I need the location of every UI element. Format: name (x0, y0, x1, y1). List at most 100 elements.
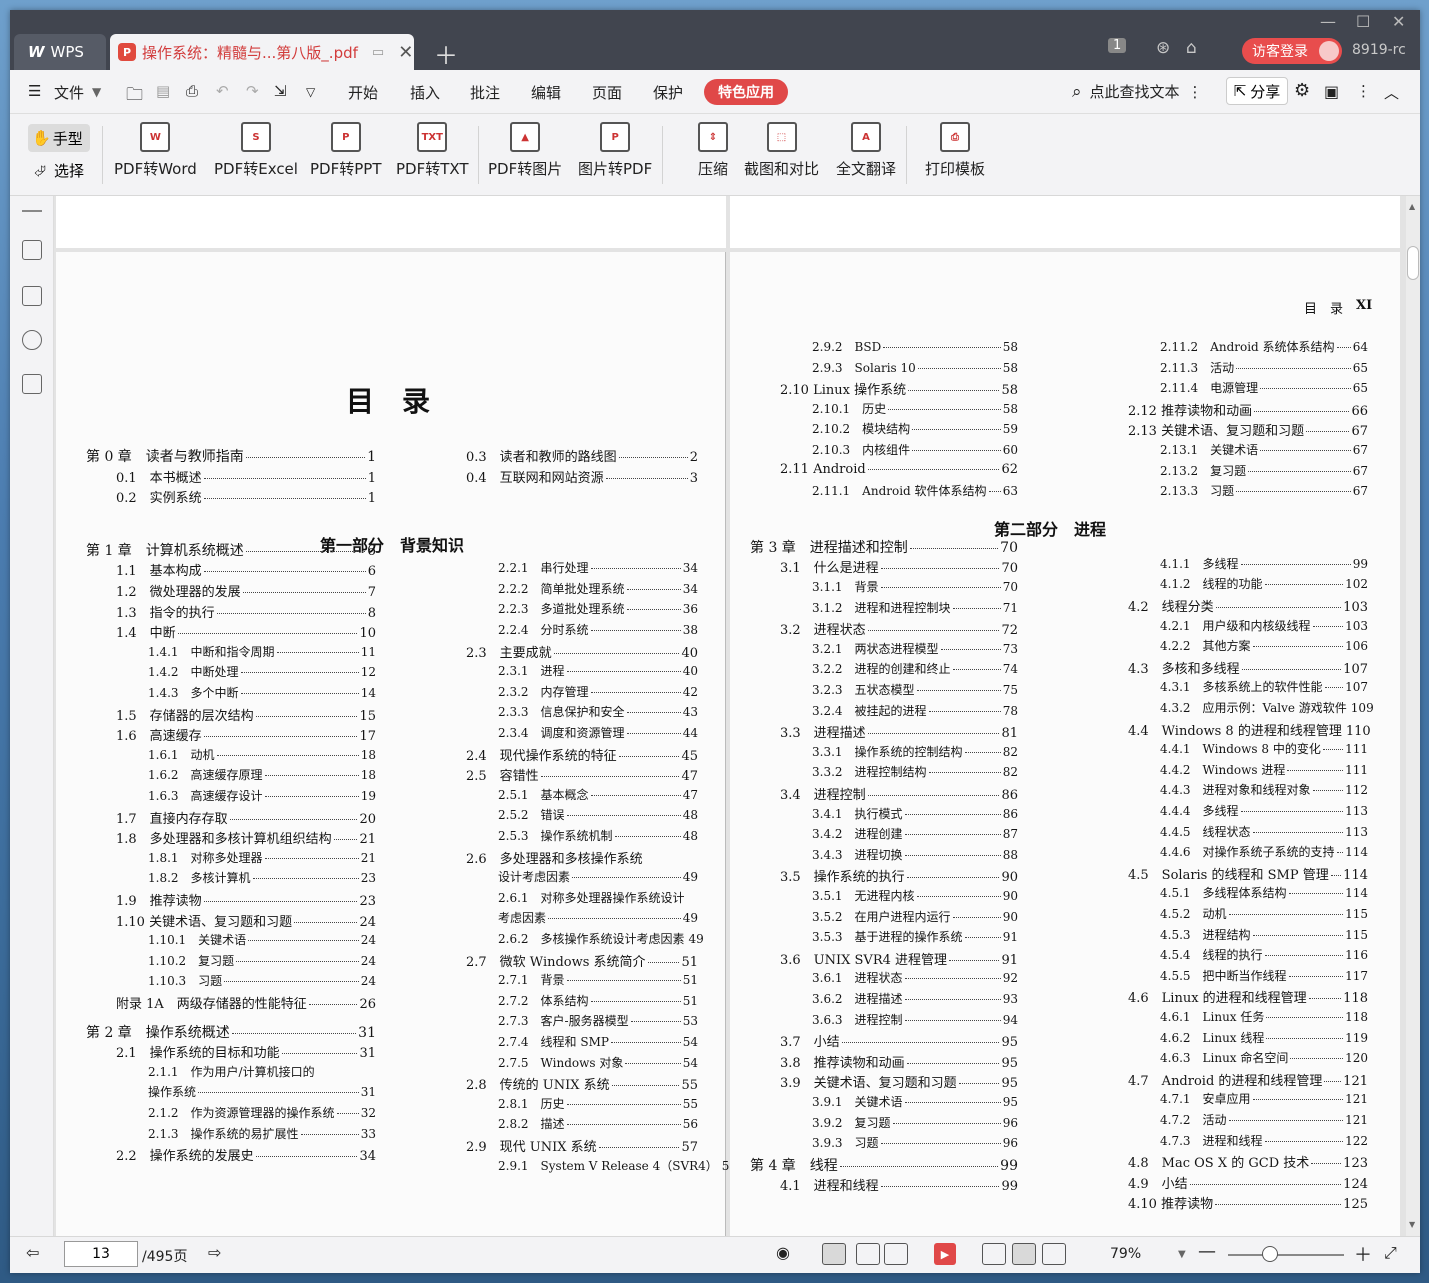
toc-entry[interactable]: 2.6.1 对称多处理器操作系统设计 (498, 889, 698, 906)
toc-entry[interactable]: 4.4.3 进程对象和线程对象 112 (1160, 781, 1368, 798)
toc-entry[interactable]: 2.8 传统的 UNIX 系统 55 (466, 1074, 698, 1093)
toc-entry[interactable]: 4.4.1 Windows 8 中的变化 111 (1160, 740, 1368, 757)
menu-edit[interactable]: 编辑 (531, 82, 561, 103)
toc-entry[interactable]: 3.9.1 关键术语 95 (812, 1093, 1018, 1110)
toc-entry[interactable]: 4.4.5 线程状态 113 (1160, 823, 1368, 840)
toc-entry[interactable]: 2.1.3 操作系统的易扩展性 33 (148, 1125, 376, 1142)
zoom-level[interactable]: 79% (1110, 1246, 1141, 1262)
zoom-out-icon[interactable]: — (1198, 1241, 1216, 1262)
pdf-to-ppt-button[interactable]: P PDF转PPT (310, 122, 381, 179)
toc-entry[interactable]: 4.8 Mac OS X 的 GCD 技术 123 (1128, 1152, 1368, 1171)
zoom-in-icon[interactable]: ＋ (1354, 1241, 1372, 1267)
close-window-icon[interactable]: ✕ (1392, 12, 1405, 31)
toc-entry[interactable]: 1.2 微处理器的发展 7 (116, 581, 376, 600)
print-template-button[interactable]: ⎙ 打印模板 (925, 122, 985, 179)
toc-entry[interactable]: 2.9.1 System V Release 4（SVR4）58 (498, 1157, 737, 1174)
toc-entry[interactable]: 1.10.2 复习题 24 (148, 952, 376, 969)
file-menu[interactable]: 文件 (54, 82, 84, 103)
hamburger-icon[interactable]: ☰ (28, 82, 41, 100)
undo-icon[interactable]: ↶ (216, 82, 229, 100)
toc-entry[interactable]: 2.5.3 操作系统机制 48 (498, 827, 698, 844)
toc-entry[interactable]: 2.11.2 Android 系统体系结构 64 (1160, 338, 1368, 355)
image-to-pdf-button[interactable]: P 图片转PDF (578, 122, 652, 179)
toc-entry[interactable]: 3.2.2 进程的创建和终止 74 (812, 660, 1018, 677)
toc-entry[interactable]: 4.1.1 多线程 99 (1160, 555, 1368, 572)
toc-entry[interactable]: 4.6.1 Linux 任务 118 (1160, 1008, 1368, 1025)
more-vertical-icon[interactable]: ⋮ (1188, 83, 1203, 101)
toc-entry[interactable]: 2.3.4 调度和资源管理 44 (498, 724, 698, 741)
fullscreen-icon[interactable]: ⤢ (1384, 1243, 1397, 1263)
toc-entry[interactable]: 操作系统 31 (148, 1083, 376, 1100)
menu-insert[interactable]: 插入 (410, 82, 440, 103)
page-number-input[interactable]: 13 (64, 1241, 138, 1267)
toc-entry[interactable]: 4.4.6 对操作系统子系统的支持 114 (1160, 843, 1368, 860)
toc-entry[interactable]: 2.6.2 多核操作系统设计考虑因素 49 (498, 930, 704, 947)
toc-entry[interactable]: 3.5 操作系统的执行 90 (780, 866, 1018, 885)
search-text-button[interactable]: ⌕ 点此查找文本 ⋮ (1072, 81, 1203, 102)
document-viewport[interactable]: 目 录 第一部分 背景知识 第 0 章 读者与教师指南 1 0.1 本书概述 1 0.2… (54, 196, 1406, 1236)
collapse-ribbon-icon[interactable]: ︿ (1384, 82, 1399, 103)
vertical-scrollbar[interactable]: ▲ ▼ (1406, 196, 1420, 1236)
outline-icon[interactable] (22, 240, 42, 260)
new-tab-button[interactable]: ＋ (434, 36, 458, 71)
toc-entry[interactable]: 3.2.3 五状态模型 75 (812, 681, 1018, 698)
sync-icon[interactable]: ⊛ (1156, 38, 1170, 58)
toc-entry[interactable]: 1.6.2 高速缓存原理 18 (148, 766, 376, 783)
toc-entry[interactable]: 4.7.2 活动 121 (1160, 1111, 1368, 1128)
more-dropdown-icon[interactable]: ▽ (306, 85, 315, 99)
comment-icon[interactable]: ▣ (1324, 82, 1339, 101)
toc-entry[interactable]: 设计考虑因素 49 (498, 868, 698, 885)
open-folder-icon[interactable]: 🗀 (126, 82, 143, 111)
toc-entry[interactable]: 2.8.1 历史 55 (498, 1095, 698, 1112)
toc-entry[interactable]: 4.1.2 线程的功能 102 (1160, 575, 1368, 592)
settings-icon[interactable]: ⚙ (1294, 80, 1310, 101)
toc-entry[interactable]: 0.4 互联网和网站资源 3 (466, 467, 698, 486)
toc-entry[interactable]: 4.2.2 其他方案 106 (1160, 637, 1368, 654)
thumbnail-icon[interactable] (22, 286, 42, 306)
hand-tool-button[interactable]: ✋ 手型 (28, 124, 90, 152)
select-tool-button[interactable]: ⮰ 选择 (34, 160, 84, 181)
toc-entry[interactable]: 2.10.1 历史 58 (812, 400, 1018, 417)
toc-entry[interactable]: 4.5.2 动机 115 (1160, 905, 1368, 922)
toc-entry[interactable]: 3.1 什么是进程 70 (780, 557, 1018, 576)
toc-entry[interactable]: 2.10.3 内核组件 60 (812, 441, 1018, 458)
fit-width-icon[interactable] (1042, 1243, 1066, 1265)
prev-page-icon[interactable]: ⇦ (26, 1243, 39, 1262)
toc-entry[interactable]: 4.1 进程和线程 99 (780, 1175, 1018, 1194)
toc-entry[interactable]: 2.13 关键术语、复习题和习题 67 (1128, 420, 1368, 439)
toc-entry[interactable]: 1.6.3 高速缓存设计 19 (148, 787, 376, 804)
menu-annotate[interactable]: 批注 (470, 82, 500, 103)
toc-entry[interactable]: 3.9.3 习题 96 (812, 1134, 1018, 1151)
toc-entry[interactable]: 2.9.3 Solaris 10 58 (812, 359, 1018, 376)
toc-entry[interactable]: 2.5 容错性 47 (466, 765, 698, 784)
toc-entry[interactable]: 1.4 中断 10 (116, 622, 376, 641)
skin-icon[interactable]: ⌂ (1186, 38, 1197, 58)
toc-entry[interactable]: 1.10.3 习题 24 (148, 972, 376, 989)
toc-entry[interactable]: 2.10 Linux 操作系统 58 (780, 379, 1018, 398)
toc-entry[interactable]: 3.6.1 进程状态 92 (812, 969, 1018, 986)
minimize-icon[interactable]: — (1320, 12, 1336, 31)
toc-entry[interactable]: 2.9.2 BSD 58 (812, 338, 1018, 355)
print-icon[interactable]: ⎙ (186, 82, 198, 100)
toc-entry[interactable]: 2.1.2 作为资源管理器的操作系统 32 (148, 1104, 376, 1121)
zoom-dropdown-icon[interactable]: ▼ (1178, 1249, 1186, 1260)
toc-entry[interactable]: 2.7.1 背景 51 (498, 971, 698, 988)
toc-entry[interactable]: 3.2.1 两状态进程模型 73 (812, 640, 1018, 657)
toc-entry[interactable]: 3.6.3 进程控制 94 (812, 1011, 1018, 1028)
toc-entry[interactable]: 4.6 Linux 的进程和线程管理 118 (1128, 987, 1368, 1006)
toc-entry[interactable]: 4.7 Android 的进程和线程管理 121 (1128, 1070, 1368, 1089)
toc-entry[interactable]: 2.4 现代操作系统的特征 45 (466, 745, 698, 764)
more-options-icon[interactable]: ⋮ (1356, 82, 1371, 100)
menu-protect[interactable]: 保护 (653, 82, 683, 103)
toc-entry[interactable]: 3.5.3 基于进程的操作系统 91 (812, 928, 1018, 945)
bookmark-icon[interactable] (22, 374, 42, 394)
toc-entry[interactable]: 3.1.2 进程和进程控制块 71 (812, 599, 1018, 616)
toc-entry[interactable]: 3.3.1 操作系统的控制结构 82 (812, 743, 1018, 760)
toc-entry[interactable]: 2.3 主要成就 40 (466, 642, 698, 661)
toc-entry[interactable]: 4.5.5 把中断当作线程 117 (1160, 967, 1368, 984)
guest-login-button[interactable]: 访客登录 (1242, 38, 1342, 64)
monitor-icon[interactable]: ▭ (372, 45, 384, 60)
save-icon[interactable]: ▤ (156, 82, 170, 100)
toc-entry[interactable]: 4.2 线程分类 103 (1128, 596, 1368, 615)
toc-chapter-entry[interactable]: 第 2 章 操作系统概述 31 (86, 1022, 376, 1042)
